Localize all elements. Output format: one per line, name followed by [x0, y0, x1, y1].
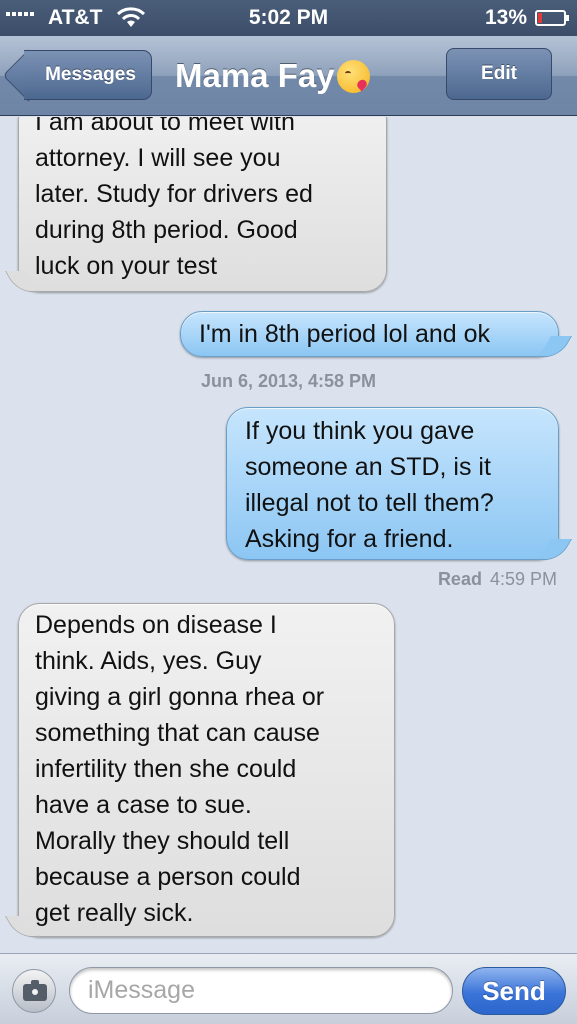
message-line: I am about to meet with	[35, 117, 295, 136]
contact-name: Mama Fay	[175, 57, 335, 94]
message-line: Morally they should tell	[35, 827, 290, 855]
back-button-messages[interactable]: Messages	[24, 50, 152, 100]
conversation-title: Mama Fay	[175, 52, 395, 100]
message-line: giving a girl gonna rhea or	[35, 683, 325, 711]
message-line: Asking for a friend.	[245, 525, 454, 553]
message-line: If you think you gave	[245, 417, 475, 445]
nav-bar: Messages Mama Fay Edit	[0, 36, 577, 116]
message-timestamp: Jun 6, 2013, 4:58 PM	[200, 371, 377, 391]
message-line: Depends on disease I	[35, 611, 277, 639]
read-time: 4:59 PM	[489, 569, 557, 589]
message-bubble-sent[interactable]: I'm in 8th period lol and ok	[180, 311, 559, 357]
message-line: I'm in 8th period lol and ok	[199, 320, 491, 348]
send-button[interactable]: Send	[462, 967, 566, 1015]
message-line: think. Aids, yes. Guy	[35, 647, 262, 675]
message-line: get really sick.	[35, 899, 194, 927]
camera-button[interactable]	[12, 969, 56, 1013]
message-line: later. Study for drivers ed	[35, 180, 313, 208]
kissing-face-emoji-icon	[336, 59, 370, 93]
message-bubble-received[interactable]: I am about to meet with attorney. I will…	[18, 117, 387, 292]
edit-button[interactable]: Edit	[446, 48, 552, 100]
compose-bar: Send	[0, 953, 577, 1024]
status-bar: AT&T 5:02 PM 13%	[0, 0, 577, 36]
battery-icon	[535, 10, 569, 26]
message-bubble-received[interactable]: Depends on disease I think. Aids, yes. G…	[18, 603, 395, 937]
message-line: because a person could	[35, 863, 301, 891]
imessage-input[interactable]	[69, 967, 453, 1014]
camera-icon	[23, 980, 47, 1001]
message-line: illegal not to tell them?	[245, 489, 494, 517]
message-line: during 8th period. Good	[35, 216, 298, 244]
message-line: infertility then she could	[35, 755, 297, 783]
message-line: luck on your test	[35, 252, 218, 280]
message-thread[interactable]: I am about to meet with attorney. I will…	[0, 117, 577, 953]
message-bubble-sent[interactable]: If you think you gave someone an STD, is…	[226, 407, 559, 560]
message-line: attorney. I will see you	[35, 144, 281, 172]
message-line: something that can cause	[35, 719, 320, 747]
read-label: Read	[437, 569, 482, 589]
battery-percentage: 13%	[484, 6, 527, 29]
read-receipt: Read 4:59 PM	[438, 569, 557, 590]
message-line: have a case to sue.	[35, 791, 252, 819]
message-line: someone an STD, is it	[245, 453, 491, 481]
